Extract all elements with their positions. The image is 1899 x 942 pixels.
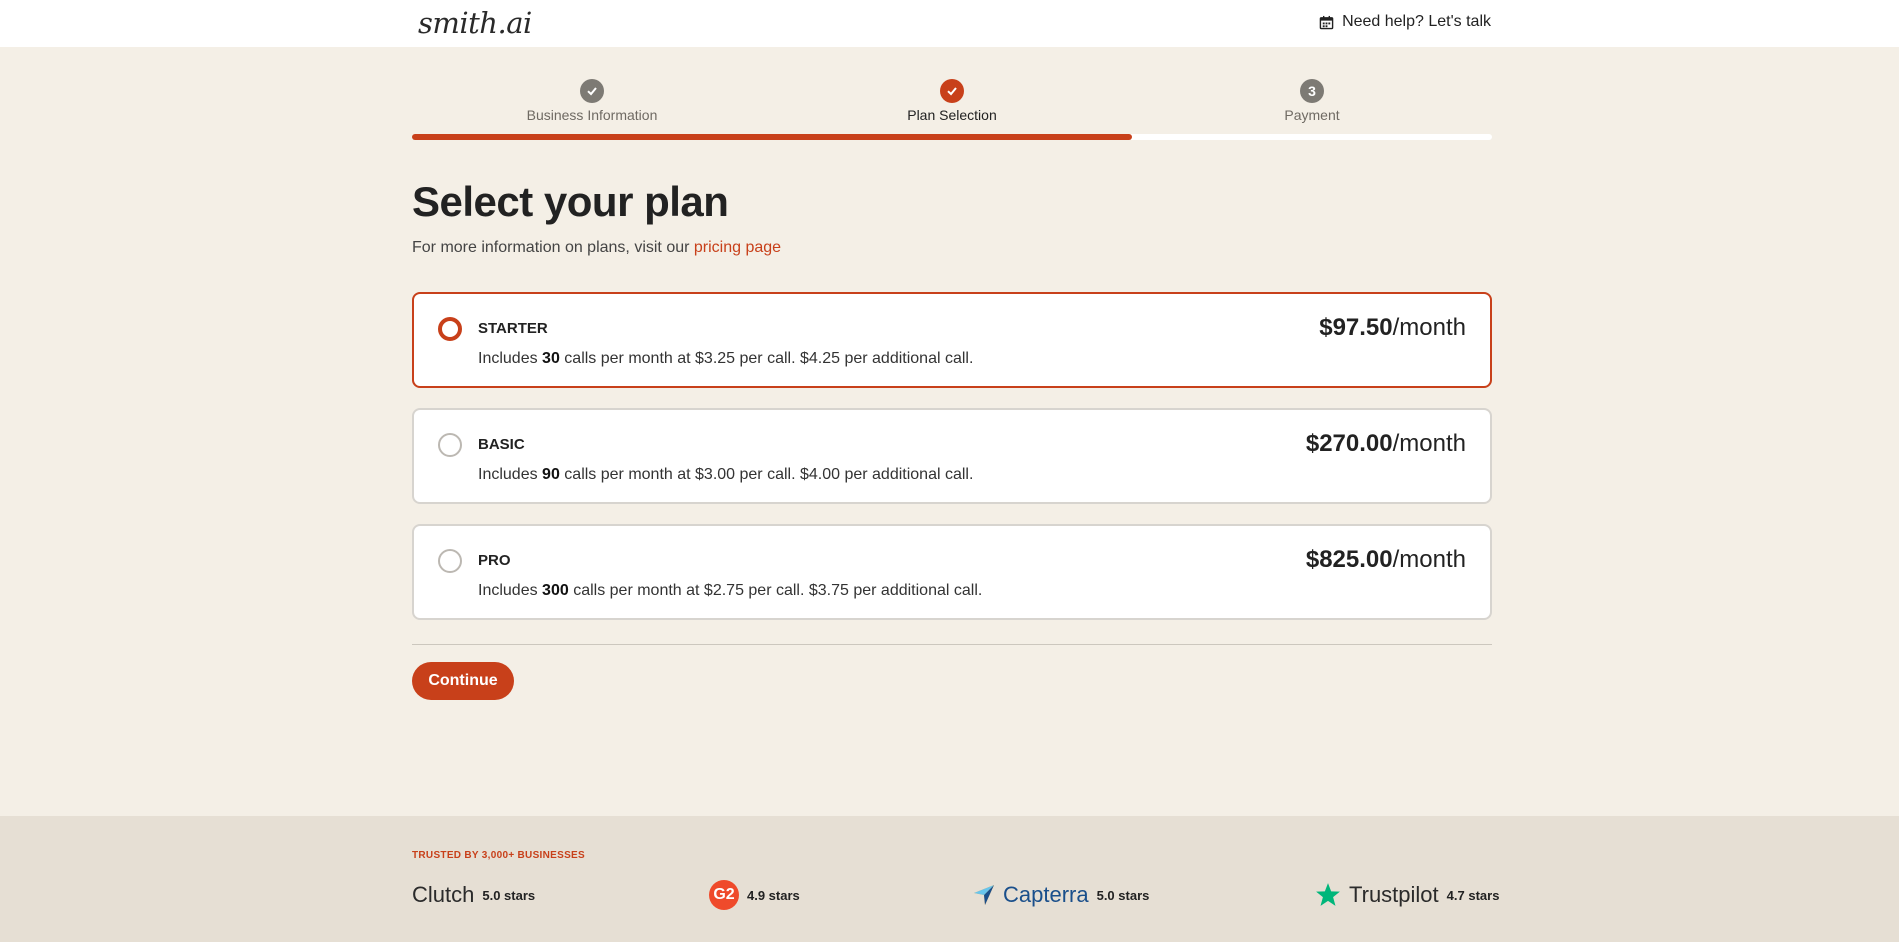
progress-fill [412,134,1133,140]
help-link[interactable]: Need help? Let's talk [1319,13,1491,31]
plan-description: Includes 30 calls per month at $3.25 per… [478,350,974,367]
page-subtitle: For more information on plans, visit our… [412,239,781,257]
trustpilot-star-icon [1316,883,1340,906]
step-label: Business Information [526,107,658,123]
calendar-icon [1319,15,1334,29]
page-title: Select your plan [412,178,729,225]
trustpilot-logo: Trustpilot [1349,882,1439,907]
plan-radio-pro[interactable] [438,549,462,573]
plan-radio-starter[interactable] [438,317,462,341]
step-payment[interactable]: 3 Payment [1212,79,1412,123]
step-label: Payment [1284,107,1340,123]
review-clutch[interactable]: Clutch 5.0 stars [412,880,535,910]
plan-name: STARTER [478,320,548,337]
progress-stepper: Business Information Plan Selection 3 Pa… [412,79,1492,141]
step-number: 3 [1300,79,1324,103]
footer-trust-bar: TRUSTED BY 3,000+ BUSINESSES Clutch 5.0 … [0,816,1899,942]
check-icon [580,79,604,103]
pricing-page-link[interactable]: pricing page [694,239,781,256]
continue-button[interactable]: Continue [412,662,514,700]
review-g2[interactable]: G2 4.9 stars [709,880,800,910]
review-capterra[interactable]: Capterra 5.0 stars [973,880,1149,910]
top-header: smith.ai Need help? Let's talk [0,0,1899,47]
plan-description: Includes 300 calls per month at $2.75 pe… [478,582,983,599]
divider [412,644,1492,645]
plan-description: Includes 90 calls per month at $3.00 per… [478,466,974,483]
capterra-arrow-icon [974,885,994,905]
check-icon [940,79,964,103]
review-rating: 4.7 stars [1446,887,1500,903]
step-plan-selection[interactable]: Plan Selection [852,79,1052,123]
review-rating: 5.0 stars [482,887,536,903]
plan-price: $270.00/month [1305,430,1466,457]
plan-option-pro[interactable]: PRO Includes 300 calls per month at $2.7… [412,524,1492,620]
review-trustpilot[interactable]: Trustpilot 4.7 stars [1315,880,1499,910]
capterra-logo: Capterra [1003,882,1089,907]
step-label: Plan Selection [907,107,997,123]
review-rating: 4.9 stars [747,887,800,903]
subtitle-text: For more information on plans, visit our [412,239,694,256]
help-label: Need help? Let's talk [1342,13,1491,30]
clutch-logo: Clutch [412,882,475,907]
plan-price: $97.50/month [1319,314,1466,341]
plan-option-starter[interactable]: STARTER Includes 30 calls per month at $… [412,292,1492,388]
g2-logo: G2 [709,880,739,910]
review-rating: 5.0 stars [1096,887,1150,903]
plan-radio-basic[interactable] [438,433,462,457]
step-business-information[interactable]: Business Information [492,79,692,123]
trusted-label: TRUSTED BY 3,000+ BUSINESSES [412,850,585,861]
smith-ai-logo[interactable]: smith.ai [418,6,532,40]
plan-name: PRO [478,552,511,569]
plan-price: $825.00/month [1305,546,1466,573]
plan-name: BASIC [478,436,525,453]
plan-option-basic[interactable]: BASIC Includes 90 calls per month at $3.… [412,408,1492,504]
progress-track [412,134,1492,140]
